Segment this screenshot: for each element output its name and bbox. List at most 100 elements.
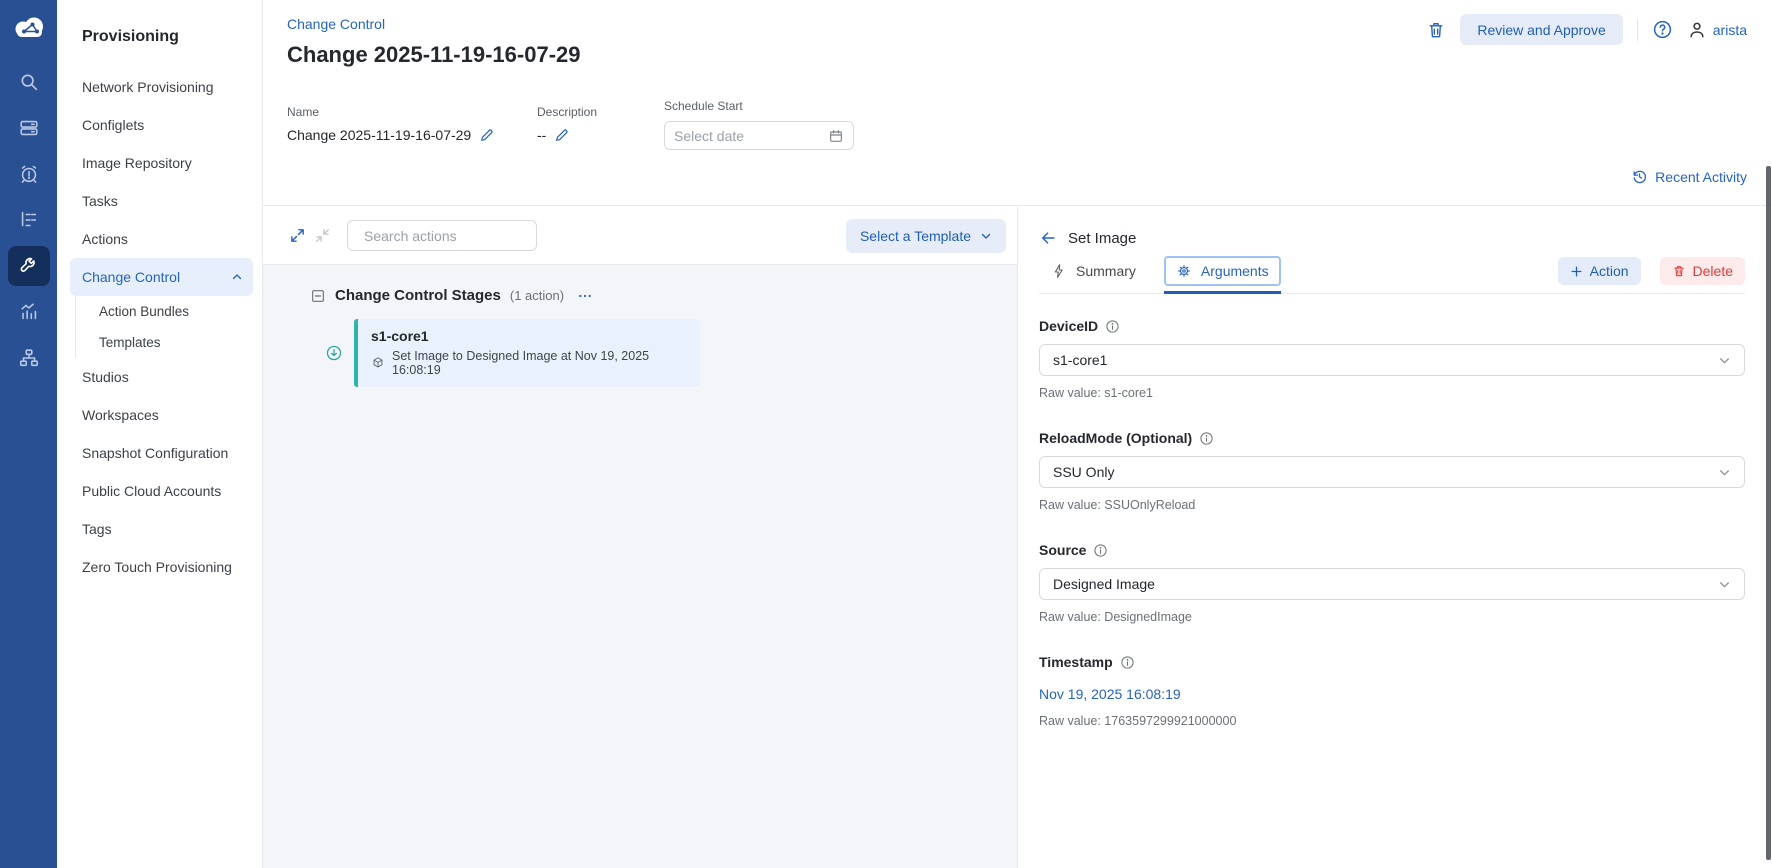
info-icon[interactable] bbox=[1199, 431, 1214, 446]
events-icon[interactable] bbox=[8, 154, 50, 194]
stages-more-icon[interactable] bbox=[577, 288, 593, 304]
page-header: Change Control Change 2025-11-19-16-07-2… bbox=[263, 0, 1772, 206]
reloadmode-label: ReloadMode (Optional) bbox=[1039, 430, 1192, 446]
sidebar-title: Provisioning bbox=[70, 28, 253, 46]
edit-description-icon[interactable] bbox=[554, 127, 570, 143]
collapse-stage-icon[interactable] bbox=[310, 288, 326, 304]
sidebar-item-configlets[interactable]: Configlets bbox=[70, 106, 253, 144]
sidebar-item-change-control[interactable]: Change Control bbox=[70, 258, 253, 296]
provisioning-wrench-icon[interactable] bbox=[8, 246, 50, 286]
trash-icon bbox=[1672, 264, 1686, 278]
user-icon bbox=[1687, 20, 1707, 40]
tasks-icon[interactable] bbox=[8, 200, 50, 240]
sidebar-item-actions[interactable]: Actions bbox=[70, 220, 253, 258]
sidebar-item-tags[interactable]: Tags bbox=[70, 510, 253, 548]
search-actions-input[interactable] bbox=[364, 228, 545, 244]
info-icon[interactable] bbox=[1093, 543, 1108, 558]
header-divider bbox=[1637, 19, 1638, 41]
delete-action-button[interactable]: Delete bbox=[1660, 257, 1745, 285]
sidebar: Provisioning Network Provisioning Config… bbox=[57, 0, 263, 868]
dashboards-icon[interactable] bbox=[8, 292, 50, 332]
schedule-start-field: Schedule Start bbox=[664, 99, 854, 150]
devices-icon[interactable] bbox=[8, 108, 50, 148]
tab-arguments[interactable]: Arguments bbox=[1164, 256, 1281, 286]
main-content: Change Control Change 2025-11-19-16-07-2… bbox=[263, 0, 1772, 868]
tab-summary[interactable]: Summary bbox=[1039, 256, 1148, 286]
calendar-icon bbox=[828, 128, 844, 144]
stage-row: s1-core1 Set Image to Designed Image at … bbox=[325, 319, 1017, 387]
recent-activity-link[interactable]: Recent Activity bbox=[1631, 168, 1747, 185]
source-select[interactable]: Designed Image bbox=[1039, 568, 1745, 600]
info-icon[interactable] bbox=[1105, 319, 1120, 334]
sidebar-item-snapshot-configuration[interactable]: Snapshot Configuration bbox=[70, 434, 253, 472]
search-icon[interactable] bbox=[8, 62, 50, 102]
chevron-up-icon bbox=[231, 271, 243, 283]
history-icon bbox=[1631, 168, 1648, 185]
stage-card-s1-core1[interactable]: s1-core1 Set Image to Designed Image at … bbox=[354, 319, 700, 387]
search-actions-box[interactable] bbox=[347, 220, 537, 251]
sidebar-item-studios[interactable]: Studios bbox=[70, 358, 253, 396]
description-field: Description -- bbox=[537, 105, 597, 143]
stage-status-icon bbox=[325, 344, 343, 362]
field-timestamp: Timestamp Nov 19, 2025 16:08:19 Raw valu… bbox=[1039, 654, 1745, 728]
timestamp-label: Timestamp bbox=[1039, 654, 1113, 670]
arguments-form: DeviceID s1-core1 Raw value: s1-core1 Re… bbox=[1039, 318, 1745, 728]
tabs-row: Summary Arguments Action Delete bbox=[1039, 256, 1745, 294]
deviceid-label: DeviceID bbox=[1039, 318, 1098, 334]
timestamp-link[interactable]: Nov 19, 2025 16:08:19 bbox=[1039, 686, 1181, 702]
vertical-scrollbar[interactable] bbox=[1766, 166, 1771, 860]
sidebar-item-tasks[interactable]: Tasks bbox=[70, 182, 253, 220]
username: arista bbox=[1713, 22, 1747, 38]
sidebar-item-templates[interactable]: Templates bbox=[76, 327, 253, 358]
chevron-down-icon bbox=[1718, 466, 1731, 479]
field-deviceid: DeviceID s1-core1 Raw value: s1-core1 bbox=[1039, 318, 1745, 400]
page-title: Change 2025-11-19-16-07-29 bbox=[287, 42, 581, 68]
sidebar-item-action-bundles[interactable]: Action Bundles bbox=[76, 296, 253, 327]
sidebar-item-public-cloud-accounts[interactable]: Public Cloud Accounts bbox=[70, 472, 253, 510]
sidebar-item-image-repository[interactable]: Image Repository bbox=[70, 144, 253, 182]
name-label: Name bbox=[287, 105, 495, 119]
timestamp-raw-value: Raw value: 1763597299921000000 bbox=[1039, 714, 1745, 728]
deviceid-raw-value: Raw value: s1-core1 bbox=[1039, 386, 1745, 400]
review-and-approve-button[interactable]: Review and Approve bbox=[1460, 14, 1622, 45]
name-field: Name Change 2025-11-19-16-07-29 bbox=[287, 105, 495, 143]
select-template-button[interactable]: Select a Template bbox=[846, 219, 1006, 253]
reloadmode-select[interactable]: SSU Only bbox=[1039, 456, 1745, 488]
description-label: Description bbox=[537, 105, 597, 119]
stage-card-subtitle: Set Image to Designed Image at Nov 19, 2… bbox=[392, 349, 687, 377]
back-arrow-icon[interactable] bbox=[1039, 229, 1057, 247]
cloudvision-logo-icon[interactable] bbox=[10, 14, 48, 42]
change-control-subnav: Action Bundles Templates bbox=[75, 296, 253, 358]
actions-panel: Select a Template Change Control Stages … bbox=[263, 207, 1017, 868]
stages-body: Change Control Stages (1 action) s1-core… bbox=[263, 265, 1017, 387]
field-source: Source Designed Image Raw value: Designe… bbox=[1039, 542, 1745, 624]
chevron-down-icon bbox=[1718, 578, 1731, 591]
stages-title: Change Control Stages bbox=[335, 287, 501, 304]
cube-icon bbox=[371, 356, 385, 370]
description-value: -- bbox=[537, 127, 546, 143]
schedule-date-input[interactable] bbox=[674, 128, 804, 144]
delete-change-icon[interactable] bbox=[1426, 20, 1446, 40]
edit-name-icon[interactable] bbox=[479, 127, 495, 143]
sidebar-item-zero-touch-provisioning[interactable]: Zero Touch Provisioning bbox=[70, 548, 253, 586]
source-raw-value: Raw value: DesignedImage bbox=[1039, 610, 1745, 624]
expand-all-icon[interactable] bbox=[289, 227, 306, 244]
user-menu[interactable]: arista bbox=[1687, 20, 1747, 40]
header-actions: Review and Approve arista bbox=[1426, 14, 1747, 45]
deviceid-select[interactable]: s1-core1 bbox=[1039, 344, 1745, 376]
stages-header: Change Control Stages (1 action) bbox=[310, 287, 1017, 304]
gear-icon bbox=[1176, 263, 1192, 279]
collapse-all-icon[interactable] bbox=[314, 227, 331, 244]
panel-title: Set Image bbox=[1068, 230, 1136, 247]
schedule-date-picker[interactable] bbox=[664, 121, 854, 150]
stages-action-count: (1 action) bbox=[510, 288, 564, 303]
chevron-down-icon bbox=[980, 230, 992, 242]
add-action-button[interactable]: Action bbox=[1558, 257, 1641, 285]
breadcrumb-change-control[interactable]: Change Control bbox=[287, 16, 385, 32]
sidebar-item-workspaces[interactable]: Workspaces bbox=[70, 396, 253, 434]
help-icon[interactable] bbox=[1652, 19, 1673, 40]
topology-icon[interactable] bbox=[8, 338, 50, 378]
name-value: Change 2025-11-19-16-07-29 bbox=[287, 127, 471, 143]
info-icon[interactable] bbox=[1120, 655, 1135, 670]
sidebar-item-network-provisioning[interactable]: Network Provisioning bbox=[70, 68, 253, 106]
